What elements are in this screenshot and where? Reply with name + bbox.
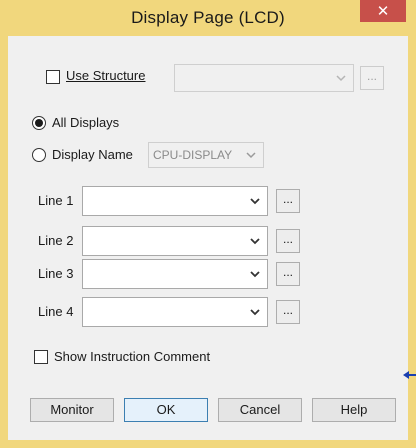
display-name-radio[interactable] [32, 148, 46, 162]
line-4-label: Line 4 [38, 304, 74, 319]
chevron-down-icon [250, 271, 260, 278]
use-structure-checkbox[interactable] [46, 70, 60, 84]
dialog-window: Display Page (LCD) ✕ Use Structure ... A… [0, 0, 416, 448]
display-name-label[interactable]: Display Name [52, 147, 133, 162]
line-4-combo[interactable] [82, 297, 268, 327]
chevron-down-icon [250, 198, 260, 205]
arrow-left-icon [403, 371, 416, 379]
chevron-down-icon [246, 152, 256, 159]
window-title: Display Page (LCD) [131, 8, 285, 27]
all-displays-label[interactable]: All Displays [52, 115, 119, 130]
dialog-client-area: Use Structure ... All Displays Display N… [8, 36, 408, 440]
line-2-combo[interactable] [82, 226, 268, 256]
close-icon: ✕ [376, 2, 390, 20]
line-1-browse-button[interactable]: ... [276, 189, 300, 213]
structure-browse-button[interactable]: ... [360, 66, 384, 90]
line-2-browse-button[interactable]: ... [276, 229, 300, 253]
close-button[interactable]: ✕ [360, 0, 406, 22]
title-bar[interactable]: Display Page (LCD) ✕ [0, 0, 416, 36]
cancel-button[interactable]: Cancel [218, 398, 302, 422]
chevron-down-icon [250, 238, 260, 245]
show-comment-checkbox[interactable] [34, 350, 48, 364]
structure-combo[interactable] [174, 64, 354, 92]
all-displays-radio[interactable] [32, 116, 46, 130]
line-3-combo[interactable] [82, 259, 268, 289]
line-1-combo[interactable] [82, 186, 268, 216]
chevron-down-icon [336, 75, 346, 82]
display-name-combo[interactable]: CPU-DISPLAY [148, 142, 264, 168]
line-4-browse-button[interactable]: ... [276, 300, 300, 324]
help-button[interactable]: Help [312, 398, 396, 422]
show-comment-label[interactable]: Show Instruction Comment [54, 349, 210, 364]
ok-button[interactable]: OK [124, 398, 208, 422]
line-2-label: Line 2 [38, 233, 74, 248]
chevron-down-icon [250, 309, 260, 316]
monitor-button[interactable]: Monitor [30, 398, 114, 422]
line-1-label: Line 1 [38, 193, 74, 208]
line-3-label: Line 3 [38, 266, 74, 281]
line-3-browse-button[interactable]: ... [276, 262, 300, 286]
use-structure-label[interactable]: Use Structure [66, 68, 145, 83]
